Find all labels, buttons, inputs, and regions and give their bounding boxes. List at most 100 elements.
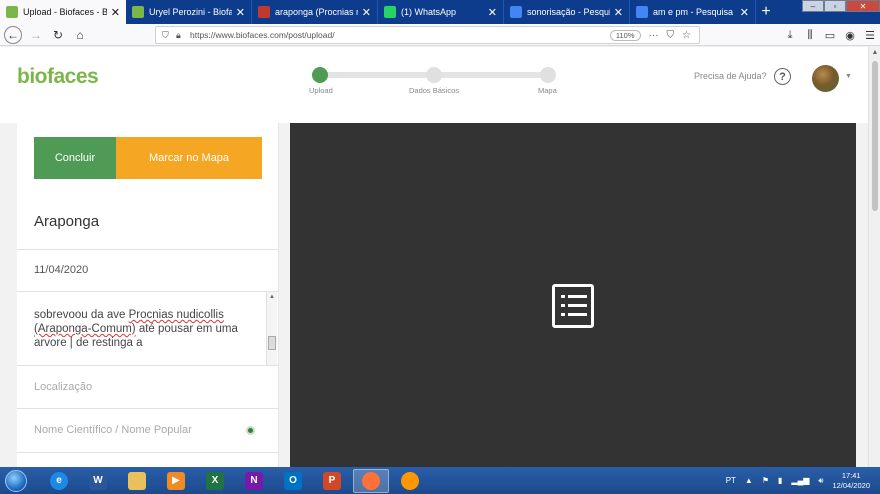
site-header: biofaces Upload Dados Básicos Mapa Preci…: [0, 47, 868, 123]
avatar[interactable]: [812, 65, 839, 92]
help-text[interactable]: Precisa de Ajuda?: [694, 71, 767, 81]
scroll-thumb[interactable]: [268, 336, 276, 350]
firefox-icon: [362, 471, 380, 490]
species-name-field[interactable]: Nome Científico / Nome Popular: [17, 409, 279, 453]
tab-title: am e pm - Pesquisa Googl: [653, 7, 736, 17]
step-dot-mapa: [540, 67, 556, 83]
excel-icon: X: [206, 471, 224, 490]
close-tab-icon[interactable]: ✕: [740, 6, 749, 19]
download-icon[interactable]: ⤓: [780, 29, 800, 42]
taskbar-app-ie[interactable]: e: [41, 469, 77, 493]
description-textarea[interactable]: sobrevoou da ave Procnias nudicollis (Ar…: [17, 292, 279, 366]
forward-button[interactable]: →: [25, 24, 47, 46]
explorer-icon: [128, 471, 146, 490]
media-preview-area[interactable]: [290, 123, 856, 467]
taskbar-app-explorer[interactable]: [119, 469, 155, 493]
back-button[interactable]: ←: [4, 25, 22, 44]
pocket-icon[interactable]: ⛉: [667, 30, 675, 41]
title-value: Araponga: [34, 213, 100, 230]
lock-icon: 🔒︎: [176, 29, 181, 40]
google-favicon-icon: [636, 6, 648, 18]
page-scrollbar[interactable]: ▲: [868, 47, 880, 467]
taskbar-app-audio[interactable]: [392, 469, 428, 493]
web-page: biofaces Upload Dados Básicos Mapa Preci…: [0, 47, 868, 467]
close-tab-icon[interactable]: ✕: [488, 6, 497, 19]
url-text[interactable]: https://www.biofaces.com/post/upload/: [190, 30, 610, 40]
chevron-down-icon[interactable]: ▼: [845, 73, 852, 80]
sidebar-icon[interactable]: ▭: [820, 29, 840, 42]
help-question-icon[interactable]: ?: [774, 68, 791, 85]
date-field[interactable]: 11/04/2020: [17, 250, 279, 292]
biofaces-favicon-icon: [6, 6, 18, 18]
close-tab-icon[interactable]: ✕: [614, 6, 623, 19]
close-tab-icon[interactable]: ✕: [236, 6, 245, 19]
reload-button[interactable]: ↻: [47, 24, 69, 46]
menu-icon[interactable]: ☰: [860, 29, 880, 42]
species-placeholder: Nome Científico / Nome Popular: [34, 424, 192, 436]
page-scroll-thumb[interactable]: [872, 61, 878, 211]
browser-tab[interactable]: sonorisação - Pesquisa Go ✕: [504, 0, 630, 24]
shield-icon: ⛉: [162, 29, 169, 40]
common-name: (Araponga-Comum): [34, 323, 136, 335]
browser-tab[interactable]: (1) WhatsApp ✕: [378, 0, 504, 24]
flag-icon[interactable]: ⚑: [762, 476, 769, 485]
library-icon[interactable]: ⫼: [800, 29, 820, 42]
taskbar-app-onenote[interactable]: N: [236, 469, 272, 493]
location-field[interactable]: Localização: [17, 366, 279, 409]
powerpoint-icon: P: [323, 471, 341, 490]
more-actions-icon[interactable]: ···: [649, 30, 659, 41]
onenote-icon: N: [245, 471, 263, 490]
volume-icon[interactable]: 🔊︎: [818, 476, 823, 486]
title-field[interactable]: Araponga: [17, 199, 279, 250]
close-window-button[interactable]: ✕: [846, 0, 880, 12]
step-label-upload: Upload: [309, 86, 333, 95]
navigation-toolbar: ← → ↻ ⌂ ⛉ 🔒︎ https://www.biofaces.com/po…: [0, 24, 880, 46]
scroll-up-icon[interactable]: ▲: [869, 49, 880, 61]
network-icon[interactable]: ▮: [778, 476, 782, 485]
system-tray: PT ▲ ⚑ ▮ ▂▄▆ 🔊︎ 17:41 12/04/2020: [726, 467, 880, 494]
browser-tab[interactable]: Uryel Perozini - Biofaces ✕: [126, 0, 252, 24]
concluir-button[interactable]: Concluir: [34, 137, 116, 179]
address-bar[interactable]: ⛉ 🔒︎ https://www.biofaces.com/post/uploa…: [155, 26, 700, 44]
home-button[interactable]: ⌂: [69, 24, 91, 46]
browser-tab[interactable]: Upload - Biofaces - Bring ✕: [0, 0, 126, 24]
zoom-level[interactable]: 110%: [609, 29, 641, 41]
media-icon: ▶: [167, 471, 185, 490]
taskbar-app-word[interactable]: W: [80, 469, 116, 493]
browser-tab[interactable]: araponga (Procnias nudic ✕: [252, 0, 378, 24]
window-controls: – ▫ ✕: [802, 0, 880, 12]
tab-title: sonorisação - Pesquisa Go: [527, 7, 610, 17]
description-scrollbar[interactable]: ▲: [266, 292, 277, 365]
tray-expand-icon[interactable]: ▲: [745, 476, 753, 485]
taskbar-app-firefox[interactable]: [353, 468, 389, 493]
maximize-button[interactable]: ▫: [824, 0, 846, 12]
minimize-button[interactable]: –: [802, 0, 824, 12]
clock[interactable]: 17:41 12/04/2020: [832, 471, 870, 491]
upload-stepper: Upload Dados Básicos Mapa: [300, 67, 560, 107]
tab-title: Uryel Perozini - Biofaces: [149, 7, 232, 17]
step-label-mapa: Mapa: [538, 86, 557, 95]
scroll-up-arrow[interactable]: ▲: [267, 294, 277, 300]
close-tab-icon[interactable]: ✕: [362, 6, 371, 19]
biofaces-logo[interactable]: biofaces: [17, 65, 99, 89]
taskbar-app-media[interactable]: ▶: [158, 469, 194, 493]
account-icon[interactable]: ◉: [840, 29, 860, 42]
taskbar-app-outlook[interactable]: O: [275, 469, 311, 493]
outlook-icon: O: [284, 471, 302, 490]
taskbar-app-excel[interactable]: X: [197, 469, 233, 493]
taskbar-app-powerpoint[interactable]: P: [314, 469, 350, 493]
windows-orb-icon: [5, 469, 27, 492]
start-button[interactable]: [2, 467, 30, 494]
date-value: 11/04/2020: [34, 264, 89, 276]
description-part: sobrevoou da ave: [34, 309, 129, 321]
status-dot-icon: [246, 426, 255, 435]
clock-time: 17:41: [841, 470, 861, 480]
bookmark-star-icon[interactable]: ☆: [682, 30, 691, 41]
marcar-no-mapa-button[interactable]: Marcar no Mapa: [116, 137, 262, 179]
close-tab-icon[interactable]: ✕: [111, 6, 120, 19]
signal-icon[interactable]: ▂▄▆: [791, 476, 809, 485]
tab-title: araponga (Procnias nudic: [275, 7, 358, 17]
browser-tab[interactable]: am e pm - Pesquisa Googl ✕: [630, 0, 756, 24]
language-indicator[interactable]: PT: [726, 476, 736, 485]
new-tab-button[interactable]: +: [756, 0, 776, 24]
